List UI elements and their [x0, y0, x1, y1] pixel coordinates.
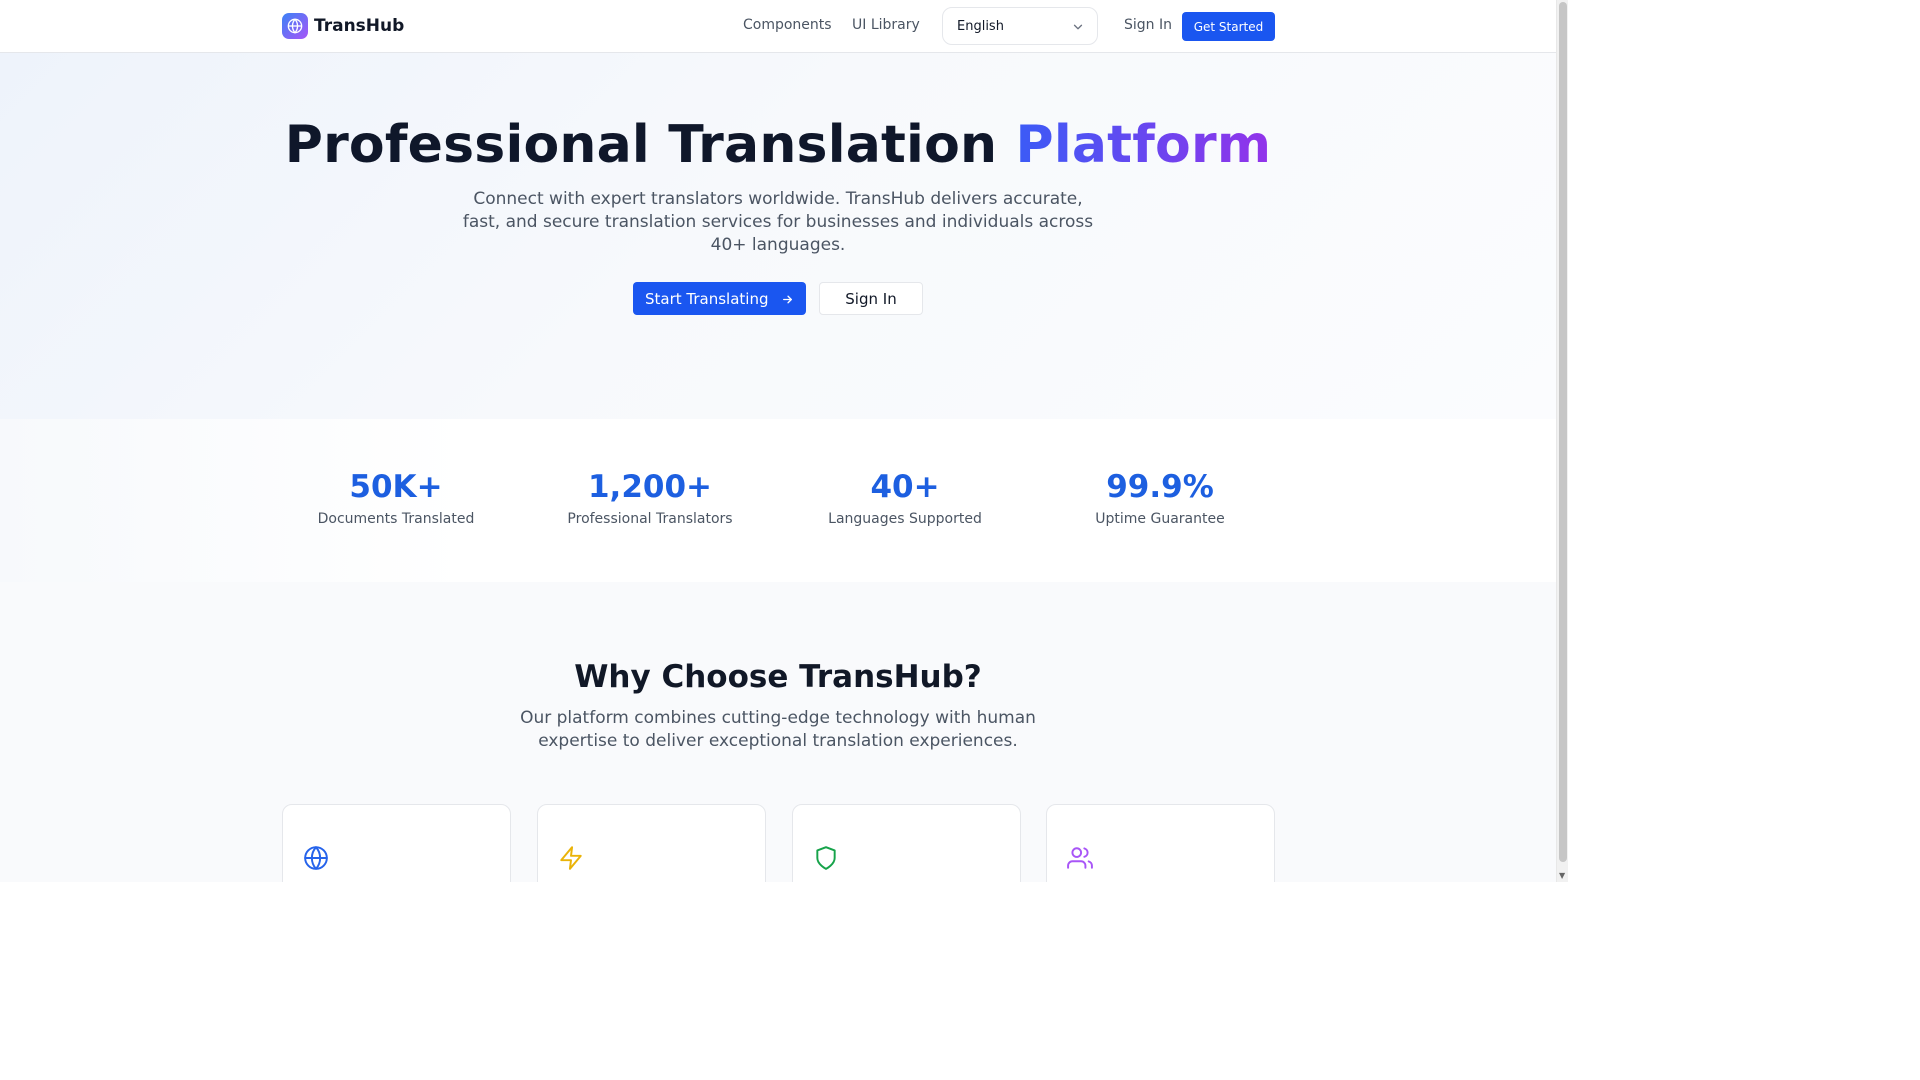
- feature-card: [282, 804, 511, 882]
- nav-ui-library[interactable]: UI Library: [852, 17, 920, 33]
- page-scrollbar[interactable]: ▼: [1556, 0, 1568, 882]
- stat-label: Professional Translators: [567, 511, 733, 527]
- hero-subtitle: Connect with expert translators worldwid…: [462, 189, 1094, 255]
- stat-item: 99.9% Uptime Guarantee: [1040, 469, 1280, 527]
- shield-icon: [813, 845, 839, 875]
- hero-signin-button[interactable]: Sign In: [819, 282, 923, 315]
- stat-label: Documents Translated: [317, 511, 475, 527]
- start-translating-label: Start Translating: [645, 289, 769, 308]
- feature-card: [537, 804, 766, 882]
- language-select-value: English: [957, 18, 1004, 34]
- globe-logo-icon: [282, 13, 308, 39]
- users-icon: [1067, 845, 1093, 875]
- globe-icon: [303, 845, 329, 875]
- top-header: TransHub Components UI Library English S…: [0, 0, 1556, 53]
- scroll-down-arrow-icon[interactable]: ▼: [1559, 871, 1565, 880]
- stat-item: 40+ Languages Supported: [785, 469, 1025, 527]
- stat-value: 99.9%: [1106, 469, 1214, 505]
- page: TransHub Components UI Library English S…: [0, 0, 1568, 882]
- hero-title-accent: Platform: [1015, 115, 1272, 175]
- stats-section: 50K+ Documents Translated 1,200+ Profess…: [0, 419, 1556, 582]
- stat-value: 50K+: [349, 469, 443, 505]
- arrow-right-icon: [781, 292, 794, 310]
- chevron-down-icon: [1071, 20, 1085, 38]
- stat-label: Uptime Guarantee: [1095, 511, 1225, 527]
- start-translating-button[interactable]: Start Translating: [633, 282, 806, 315]
- scrollbar-thumb[interactable]: [1559, 2, 1567, 862]
- hero-section: Professional Translation Platform Connec…: [0, 53, 1556, 419]
- hero-title: Professional Translation Platform: [0, 115, 1556, 175]
- brand-name: TransHub: [314, 16, 405, 36]
- get-started-button[interactable]: Get Started: [1182, 12, 1275, 41]
- stat-label: Languages Supported: [828, 511, 982, 527]
- why-subtitle: Our platform combines cutting-edge techn…: [520, 708, 1036, 751]
- why-choose-section: Why Choose TransHub? Our platform combin…: [0, 582, 1556, 882]
- stat-item: 1,200+ Professional Translators: [530, 469, 770, 527]
- lightning-icon: [558, 845, 584, 875]
- language-select[interactable]: English: [942, 7, 1098, 45]
- hero-title-main: Professional Translation: [284, 115, 998, 175]
- brand-logo[interactable]: TransHub: [282, 13, 404, 39]
- header-signin-link[interactable]: Sign In: [1124, 17, 1172, 33]
- why-title: Why Choose TransHub?: [574, 659, 982, 695]
- stat-value: 40+: [870, 469, 940, 505]
- stat-value: 1,200+: [587, 469, 713, 505]
- feature-card: [792, 804, 1021, 882]
- feature-card: [1046, 804, 1275, 882]
- stat-item: 50K+ Documents Translated: [276, 469, 516, 527]
- nav-components[interactable]: Components: [743, 17, 832, 33]
